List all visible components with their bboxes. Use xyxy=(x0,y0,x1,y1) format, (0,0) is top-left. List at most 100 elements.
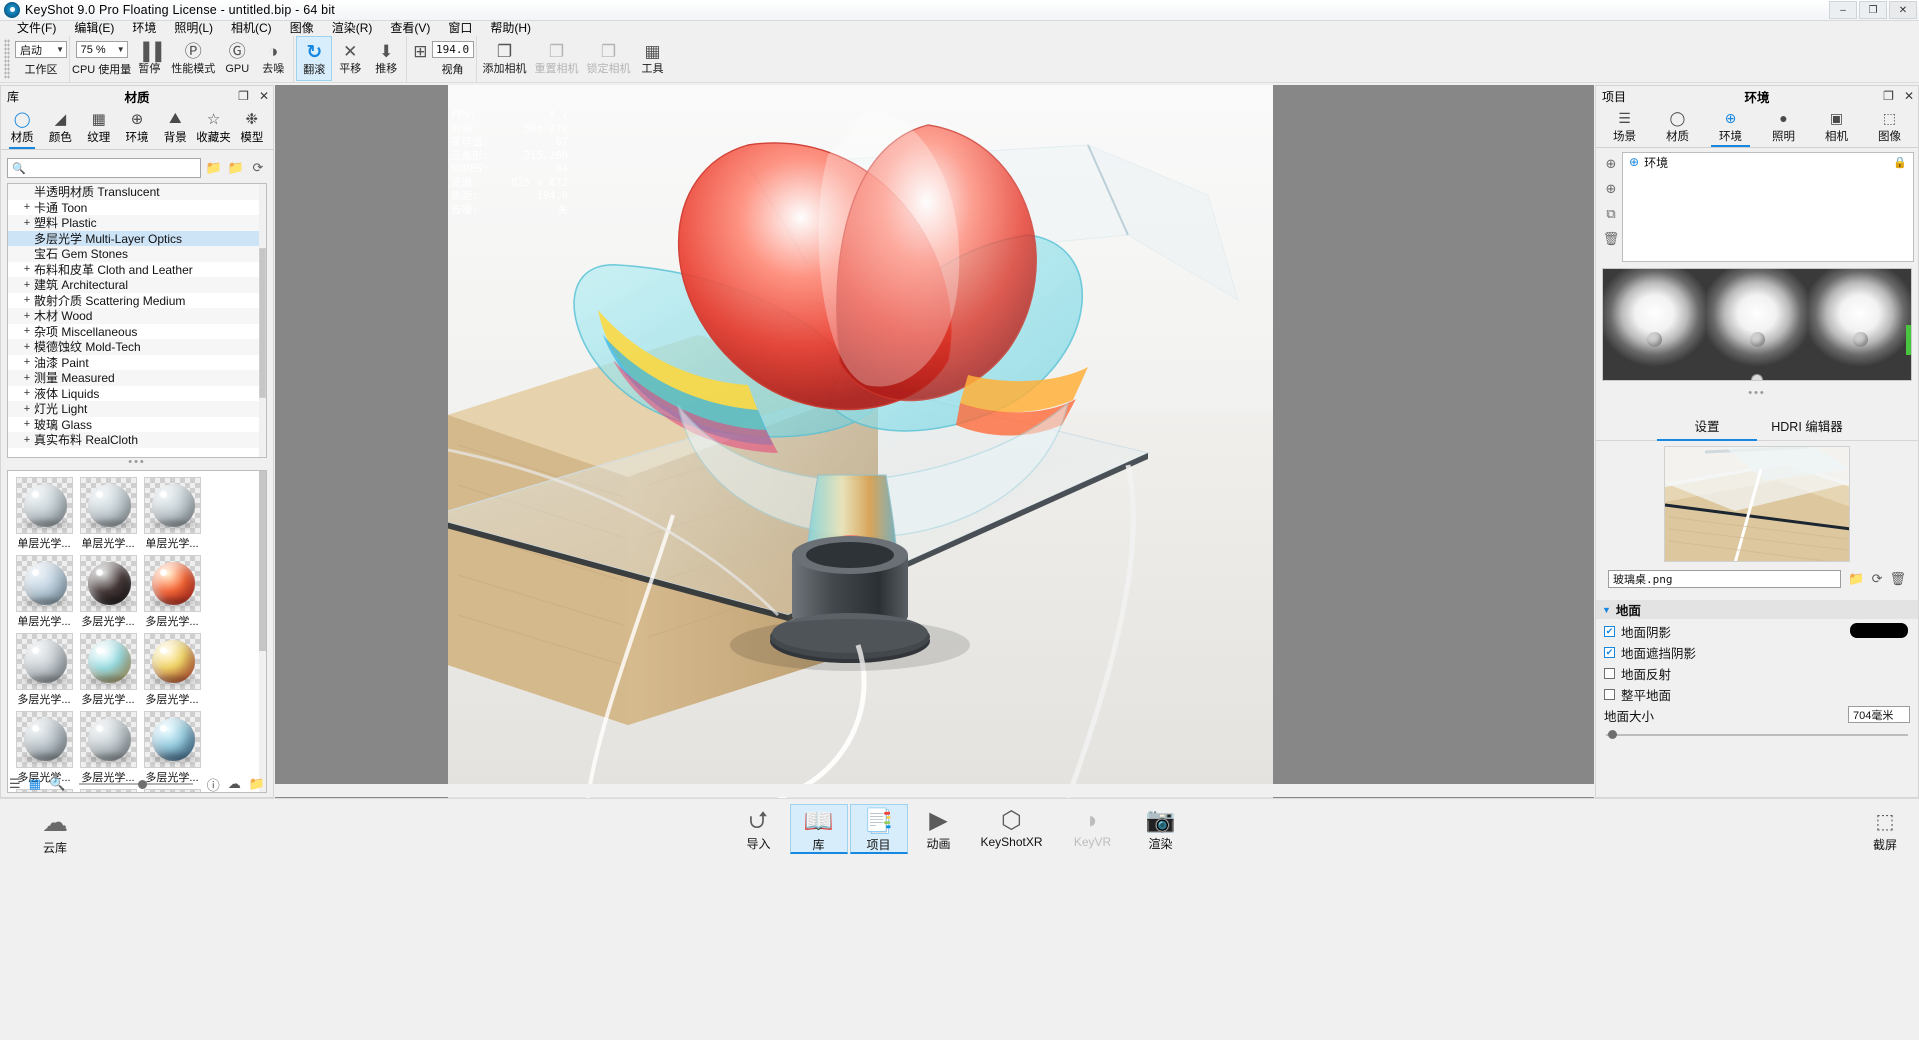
ground-shadow-row[interactable]: 地面阴影 xyxy=(1596,622,1918,640)
folder-open-icon[interactable]: 📁 xyxy=(1848,571,1864,587)
tree-expander[interactable]: + xyxy=(20,403,34,415)
material-cell[interactable]: 单层光学... xyxy=(77,477,139,551)
menu-lighting[interactable]: 照明(L) xyxy=(165,21,222,36)
material-cell[interactable]: 多层光学... xyxy=(141,633,203,707)
ground-shadow-color-swatch[interactable] xyxy=(1850,623,1908,638)
tree-item-miscellaneous[interactable]: + 杂项 Miscellaneous xyxy=(8,324,266,340)
fov-field[interactable]: 194.0 视角 xyxy=(431,36,474,77)
viewport-horizontal-scrollbar[interactable] xyxy=(275,784,1594,797)
ground-reflection-checkbox[interactable] xyxy=(1604,667,1615,679)
hdri-light-cell[interactable] xyxy=(1808,269,1911,380)
tree-expander[interactable]: + xyxy=(20,294,34,306)
material-thumbnail[interactable] xyxy=(143,711,201,768)
slider-knob[interactable] xyxy=(1608,730,1617,739)
add-environment-icon[interactable]: ⊕ xyxy=(1606,181,1617,197)
fov-icon-button[interactable]: ⊞ xyxy=(409,36,431,81)
ground-section-header[interactable]: ▼ 地面 xyxy=(1596,600,1918,619)
tree-item-paint[interactable]: + 油漆 Paint xyxy=(8,355,266,371)
project-restore-icon[interactable]: ❐ xyxy=(1883,89,1894,103)
dolly-button[interactable]: ⬇ 推移 xyxy=(368,36,404,81)
section-tab-hdri-editor[interactable]: HDRI 编辑器 xyxy=(1757,413,1857,440)
library-tab-backplates[interactable]: ⛰ 背景 xyxy=(156,106,194,149)
tree-item-architectural[interactable]: + 建筑 Architectural xyxy=(8,277,266,293)
dock-keyshotxr[interactable]: ⬡ KeyShotXR xyxy=(970,804,1054,854)
tree-expander[interactable]: + xyxy=(20,387,34,399)
grid-scrollbar-thumb[interactable] xyxy=(259,471,266,651)
delete-environment-icon[interactable]: 🗑 xyxy=(1603,231,1620,247)
cloud-icon[interactable]: ☁ xyxy=(228,776,241,792)
library-search-box[interactable]: 🔍 xyxy=(7,158,201,178)
menu-environment[interactable]: 环境 xyxy=(123,21,165,36)
library-tab-environments[interactable]: ⊕ 环境 xyxy=(118,106,156,149)
pause-button[interactable]: ▐▐ 暂停 xyxy=(131,36,167,81)
tree-expander[interactable]: + xyxy=(20,310,34,322)
material-cell[interactable]: 多层光学... xyxy=(141,555,203,629)
dock-library[interactable]: 📖 库 xyxy=(789,804,848,854)
tree-item-gem-stones[interactable]: 宝石 Gem Stones xyxy=(8,246,266,262)
tab-image[interactable]: ⬚ 图像 xyxy=(1863,106,1916,147)
ground-size-value[interactable]: 704毫米 xyxy=(1848,706,1910,723)
material-category-tree[interactable]: 半透明材质 Translucent + 卡通 Toon + 塑料 Plastic… xyxy=(7,183,267,458)
material-thumbnail[interactable] xyxy=(79,633,137,690)
tree-item-toon[interactable]: + 卡通 Toon xyxy=(8,200,266,216)
gpu-button[interactable]: Ⓖ GPU xyxy=(219,36,255,81)
pan-button[interactable]: ✕ 平移 xyxy=(332,36,368,81)
duplicate-environment-icon[interactable]: ⧉ xyxy=(1606,206,1615,222)
tab-lighting[interactable]: ● 照明 xyxy=(1757,106,1810,147)
tab-scene[interactable]: ☰ 场景 xyxy=(1598,106,1651,147)
dock-import[interactable]: ⮍ 导入 xyxy=(730,804,788,854)
ground-reflection-row[interactable]: 地面反射 xyxy=(1596,664,1918,682)
project-close-icon[interactable]: ✕ xyxy=(1904,89,1914,103)
material-thumbnail[interactable] xyxy=(143,477,201,534)
material-thumbnail[interactable] xyxy=(15,633,73,690)
hdri-pin-handle[interactable] xyxy=(1647,332,1663,348)
tab-camera[interactable]: ▣ 相机 xyxy=(1810,106,1863,147)
tree-expander[interactable]: + xyxy=(20,263,34,275)
tree-item-cloth-and-leather[interactable]: + 布料和皮革 Cloth and Leather xyxy=(8,262,266,278)
lock-camera-button[interactable]: ❐ 锁定相机 xyxy=(583,36,635,81)
workspace-combo[interactable]: 启动 ▼ xyxy=(15,41,67,58)
performance-mode-button[interactable]: Ⓟ 性能模式 xyxy=(167,36,219,81)
library-tab-materials[interactable]: ◯ 材质 xyxy=(3,106,41,149)
material-cell[interactable]: 多层光学... xyxy=(13,633,75,707)
workspace-selector[interactable]: 启动 ▼ 工作区 xyxy=(15,36,67,77)
library-close-icon[interactable]: ✕ xyxy=(259,89,269,103)
tree-expander[interactable]: + xyxy=(20,356,34,368)
material-thumbnail[interactable] xyxy=(79,477,137,534)
lock-icon[interactable]: 🔒 xyxy=(1893,156,1907,169)
grid-scrollbar[interactable] xyxy=(259,471,266,792)
tree-expander[interactable]: + xyxy=(20,434,34,446)
screenshot-button[interactable]: ⬚ 截屏 xyxy=(1873,809,1897,853)
menu-file[interactable]: 文件(F) xyxy=(8,21,65,36)
material-thumbnail[interactable] xyxy=(143,633,201,690)
menu-view[interactable]: 查看(V) xyxy=(381,21,439,36)
reset-camera-button[interactable]: ❐ 重置相机 xyxy=(531,36,583,81)
ground-size-slider[interactable] xyxy=(1606,730,1908,740)
project-splitter-handle[interactable]: ••• xyxy=(1596,388,1918,401)
tree-item-realcloth[interactable]: + 真实布料 RealCloth xyxy=(8,432,266,448)
list-view-icon[interactable]: ☰ xyxy=(9,776,21,792)
fov-value[interactable]: 194.0 xyxy=(431,41,474,58)
hdri-pin-handle[interactable] xyxy=(1750,332,1765,348)
search-input[interactable] xyxy=(28,162,196,174)
hdri-preview-strip[interactable] xyxy=(1602,268,1912,381)
tumble-button[interactable]: ↻ 翻滚 xyxy=(296,36,333,81)
refresh-icon[interactable]: ⟳ xyxy=(249,159,267,177)
folder-icon[interactable]: 📁 xyxy=(249,776,265,792)
tree-item-plastic[interactable]: + 塑料 Plastic xyxy=(8,215,266,231)
material-cell[interactable]: 单层光学... xyxy=(13,555,75,629)
maximize-button[interactable]: ❐ xyxy=(1859,1,1887,19)
environment-globe-icon[interactable]: ⊕ xyxy=(1606,156,1617,172)
material-thumbnail[interactable] xyxy=(15,555,73,612)
library-tab-colors[interactable]: ◢ 颜色 xyxy=(41,106,79,149)
menu-window[interactable]: 窗口 xyxy=(439,21,481,36)
environment-list-item[interactable]: ⊕ 环境 xyxy=(1623,153,1913,171)
tree-expander[interactable]: + xyxy=(20,217,34,229)
ground-occlusion-shadow-row[interactable]: 地面遮挡阴影 xyxy=(1596,643,1918,661)
ground-occlusion-checkbox[interactable] xyxy=(1604,646,1615,658)
flatten-ground-row[interactable]: 整平地面 xyxy=(1596,685,1918,703)
render-image[interactable]: FPS: 0.7 时间: 30m 27s 采样值: 87 三角形: 215,26… xyxy=(448,85,1273,798)
section-tab-settings[interactable]: 设置 xyxy=(1657,413,1757,441)
material-cell[interactable]: 单层光学... xyxy=(13,477,75,551)
menu-camera[interactable]: 相机(C) xyxy=(222,21,281,36)
